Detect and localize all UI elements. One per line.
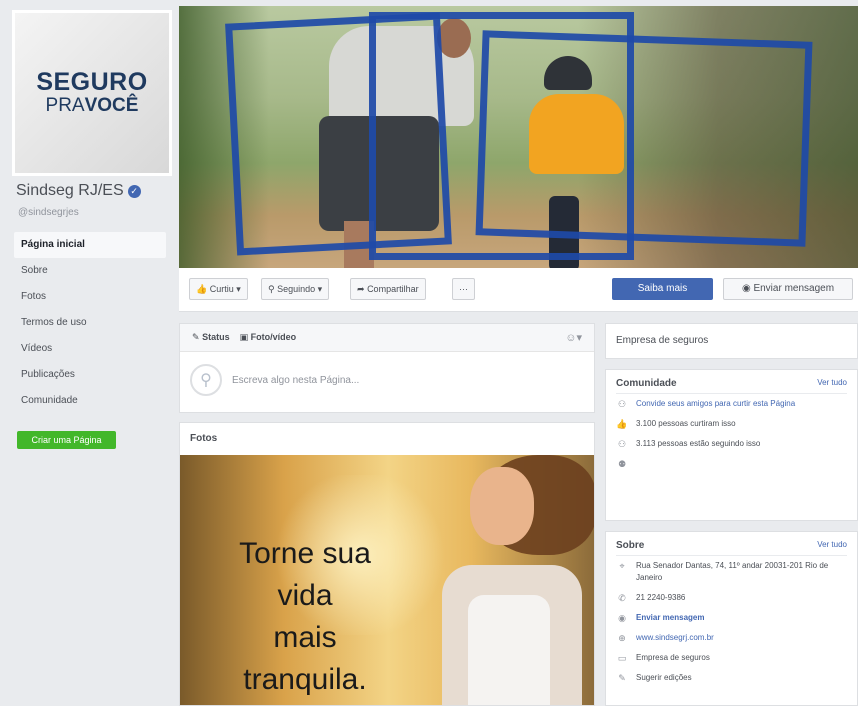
share-label: Compartilhar [367, 284, 419, 294]
nav-item-photos[interactable]: Fotos [14, 284, 166, 310]
follows-row: ⚇ 3.113 pessoas estão seguindo isso [606, 434, 857, 454]
pencil-icon: ✎ [618, 673, 626, 683]
community-card: Comunidade Ver tudo ⚇ Convide seus amigo… [605, 369, 858, 521]
globe-icon: ⊕ [618, 633, 626, 643]
about-category[interactable]: Empresa de seguros [636, 652, 710, 664]
share-icon: ➦ [357, 284, 365, 294]
invite-friends-link[interactable]: Convide seus amigos para curtir esta Pág… [636, 398, 795, 410]
photo-woman-top [468, 595, 550, 705]
photo-caption: Torne sua vida mais tranquila. [220, 533, 390, 701]
thumbs-up-icon: 👍 [196, 284, 208, 294]
category-row: ▭ Empresa de seguros [606, 648, 857, 668]
caption-line: Torne sua [239, 537, 371, 570]
composer-body[interactable]: ⚲ Escreva algo nesta Página... [180, 352, 594, 408]
thumbs-up-icon: 👍 [616, 419, 628, 429]
website-row[interactable]: ⊕ www.sindsegrj.com.br [606, 628, 857, 648]
create-page-button[interactable]: Criar uma Página [17, 431, 116, 449]
post-composer: ✎ Status ▣ Foto/vídeo ☺▾ ⚲ Escreva algo … [179, 323, 595, 413]
page-nav: Página inicial Sobre Fotos Termos de uso… [14, 232, 166, 414]
location-pin-icon: ⚲ [190, 364, 222, 396]
phone-row: ✆ 21 2240-9386 [606, 588, 857, 608]
page-name[interactable]: Sindseg RJ/ES ✓ [16, 182, 141, 200]
tab-photo-video[interactable]: ▣ Foto/vídeo [240, 332, 297, 343]
send-message-label: Enviar mensagem [753, 283, 835, 294]
send-message-button[interactable]: ◉ Enviar mensagem [723, 278, 853, 300]
community-see-all-link[interactable]: Ver tudo [817, 378, 847, 389]
cover-frame-3 [475, 30, 813, 247]
about-card: Sobre Ver tudo ⌖ Rua Senador Dantas, 74,… [605, 531, 858, 706]
tab-status[interactable]: ✎ Status [192, 332, 230, 343]
people-icon: ⚉ [617, 459, 627, 469]
composer-tabs: ✎ Status ▣ Foto/vídeo ☺▾ [180, 324, 594, 352]
page-name-text[interactable]: Sindseg RJ/ES [16, 182, 124, 200]
audience-selector-icon[interactable]: ☺▾ [565, 331, 582, 344]
suggest-edits-link[interactable]: Sugerir edições [636, 672, 692, 684]
address-text[interactable]: Rua Senador Dantas, 74, 11º andar 20031-… [636, 560, 847, 584]
follow-label: Seguindo ▾ [277, 284, 323, 294]
share-button[interactable]: ➦ Compartilhar [350, 278, 426, 300]
likes-row: 👍 3.100 pessoas curtiram isso [606, 414, 857, 434]
nav-item-posts[interactable]: Publicações [14, 362, 166, 388]
caption-line: mais [273, 621, 337, 654]
map-pin-icon: ⌖ [619, 561, 625, 571]
phone-icon: ✆ [618, 593, 626, 603]
nav-item-videos[interactable]: Vídeos [14, 336, 166, 362]
invite-friends-icon: ⚇ [617, 399, 627, 409]
community-header: Comunidade Ver tudo [606, 370, 857, 393]
nav-item-community[interactable]: Comunidade [14, 388, 166, 414]
composer-input[interactable]: Escreva algo nesta Página... [232, 375, 359, 386]
community-title[interactable]: Comunidade [616, 378, 677, 389]
page-category-card: Empresa de seguros [605, 323, 858, 359]
featured-photo[interactable]: Torne sua vida mais tranquila. [180, 455, 594, 705]
nav-item-terms[interactable]: Termos de uso [14, 310, 166, 336]
cover-photo[interactable] [179, 6, 858, 268]
send-message-link[interactable]: Enviar mensagem [636, 612, 704, 624]
phone-number[interactable]: 21 2240-9386 [636, 592, 685, 604]
more-options-button[interactable]: ··· [452, 278, 475, 300]
follows-count: 3.113 pessoas estão seguindo isso [636, 439, 761, 448]
address-row: ⌖ Rua Senador Dantas, 74, 11º andar 2003… [606, 556, 857, 588]
likes-count: 3.100 pessoas curtiram isso [636, 419, 736, 428]
messenger-icon: ◉ [618, 613, 626, 623]
photos-title[interactable]: Fotos [180, 423, 594, 455]
page-action-bar: 👍 Curtiu ▾ ⚲ Seguindo ▾ ➦ Compartilhar ·… [179, 268, 858, 312]
caption-line: tranquila. [243, 663, 367, 696]
follow-icon: ⚇ [617, 439, 627, 449]
invite-friends-row[interactable]: ⚇ Convide seus amigos para curtir esta P… [606, 394, 857, 414]
friends-row: ⚉ [606, 454, 857, 474]
left-column: SEGURO PRAVOCÊ Sindseg RJ/ES ✓ @sindsegr… [0, 0, 178, 706]
about-see-all-link[interactable]: Ver tudo [817, 540, 847, 551]
profile-picture[interactable]: SEGURO PRAVOCÊ [12, 10, 172, 176]
category-icon: ▭ [617, 653, 627, 663]
message-row[interactable]: ◉ Enviar mensagem [606, 608, 857, 628]
photo-icon: ▣ [239, 332, 249, 342]
like-button[interactable]: 👍 Curtiu ▾ [189, 278, 248, 300]
follow-button[interactable]: ⚲ Seguindo ▾ [261, 278, 330, 300]
pencil-icon: ✎ [192, 332, 200, 342]
tab-photo-label: Foto/vídeo [250, 332, 297, 342]
learn-more-button[interactable]: Saiba mais [612, 278, 713, 300]
caption-line: vida [277, 579, 333, 612]
follow-icon: ⚲ [268, 284, 275, 294]
nav-item-about[interactable]: Sobre [14, 258, 166, 284]
tab-status-label: Status [202, 332, 230, 342]
page-handle[interactable]: @sindsegrjes [18, 207, 79, 218]
logo-line2: PRAVOCÊ [45, 95, 139, 116]
page-category[interactable]: Empresa de seguros [616, 335, 708, 346]
about-header: Sobre Ver tudo [606, 532, 857, 555]
messenger-icon: ◉ [741, 283, 751, 294]
photos-card: Fotos Torne sua vida mais tranquila. [179, 422, 595, 706]
photo-woman-face [470, 467, 534, 545]
about-title[interactable]: Sobre [616, 540, 644, 551]
nav-item-home[interactable]: Página inicial [14, 232, 166, 258]
logo-line1: SEGURO [36, 68, 148, 96]
verified-badge-icon: ✓ [127, 184, 141, 198]
like-label: Curtiu ▾ [209, 284, 241, 294]
website-link[interactable]: www.sindsegrj.com.br [636, 632, 714, 644]
edits-row: ✎ Sugerir edições [606, 668, 857, 688]
